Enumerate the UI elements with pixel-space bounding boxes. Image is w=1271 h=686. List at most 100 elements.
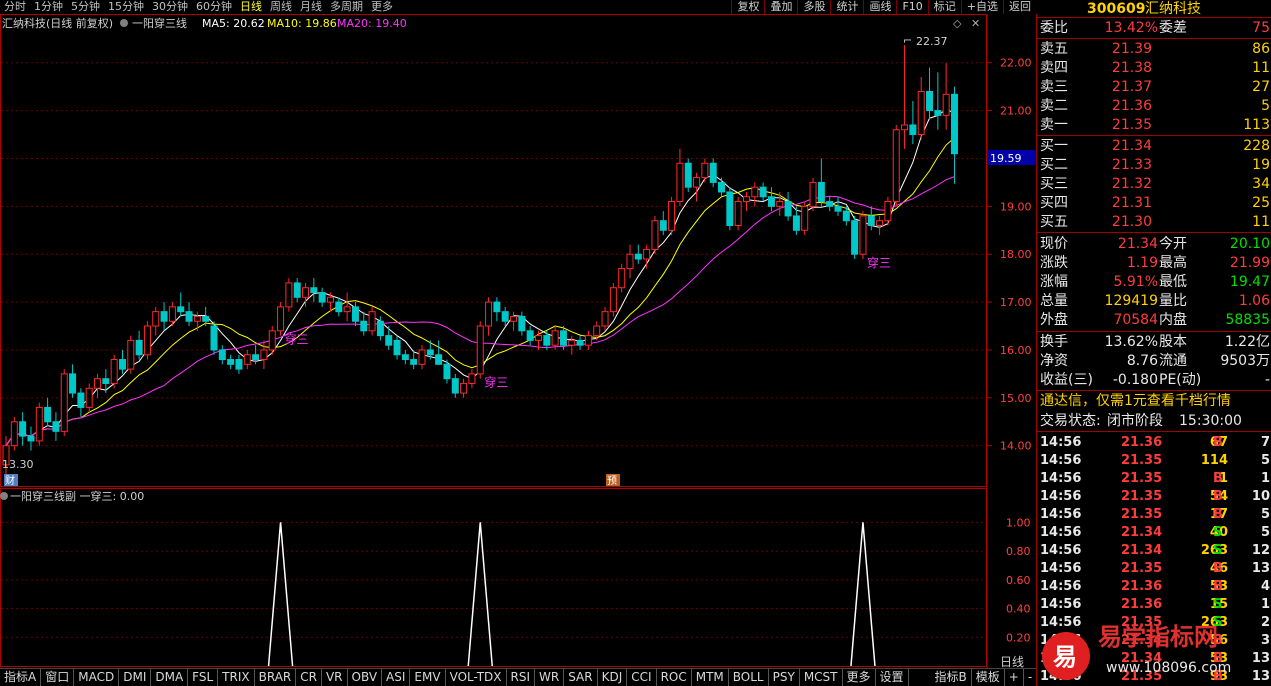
- y-tick-label: 18.00: [1000, 248, 1032, 261]
- tool-button[interactable]: 叠加: [764, 0, 798, 14]
- candle: [443, 359, 451, 384]
- indicator-tab[interactable]: SAR: [564, 669, 598, 686]
- tool-button[interactable]: 复权: [731, 0, 765, 14]
- candle: [435, 340, 443, 365]
- stat-label: 量比: [1159, 293, 1187, 309]
- candle: [734, 196, 742, 231]
- candle: [718, 177, 726, 197]
- indicator-tab[interactable]: TRIX: [218, 669, 255, 686]
- period-tab[interactable]: 60分钟: [192, 0, 236, 14]
- stat-label: 流通: [1159, 353, 1187, 369]
- stat-label: 最低: [1159, 274, 1187, 290]
- indicator-tab[interactable]: VOL-TDX: [446, 669, 507, 686]
- indicator-tab[interactable]: VR: [322, 669, 348, 686]
- period-tab[interactable]: 分时: [0, 0, 30, 14]
- candle: [393, 335, 401, 360]
- candle: [809, 177, 817, 212]
- indicator-tab[interactable]: MTM: [692, 669, 729, 686]
- indicator-tab[interactable]: WR: [535, 669, 565, 686]
- tick-row: 14:56 21.35 114 5: [1037, 452, 1271, 470]
- diamond-icon[interactable]: ◇: [953, 17, 962, 30]
- tick-side: B: [1213, 579, 1223, 594]
- candle: [243, 349, 251, 370]
- ask-row: 卖四 21.38 11: [1037, 59, 1271, 78]
- indicator-tab[interactable]: 指标B: [931, 669, 972, 686]
- indicator-tab[interactable]: RSI: [507, 669, 536, 686]
- tool-button[interactable]: 统计: [830, 0, 864, 14]
- indicator-name[interactable]: 一阳穿三线: [132, 16, 187, 30]
- period-tab[interactable]: 日线: [236, 0, 266, 14]
- tool-button[interactable]: F10: [896, 0, 928, 14]
- indicator-tab[interactable]: DMI: [119, 669, 152, 686]
- candle: [909, 101, 917, 145]
- indicator-tab[interactable]: PSY: [769, 669, 800, 686]
- promo-link[interactable]: 通达信，仅需1元查看千档行情: [1040, 392, 1231, 411]
- period-tab[interactable]: 更多: [367, 0, 397, 14]
- low-label: 13.30: [2, 458, 34, 471]
- period-tab[interactable]: 15分钟: [104, 0, 148, 14]
- tool-button[interactable]: 画线: [863, 0, 897, 14]
- stat-value: 19.47: [1229, 274, 1270, 290]
- period-tab[interactable]: 月线: [296, 0, 326, 14]
- indicator-tab[interactable]: ASI: [382, 669, 411, 686]
- y-tick-label: 22.00: [1000, 57, 1032, 70]
- close-icon[interactable]: ✕: [971, 17, 980, 30]
- indicator-tab[interactable]: OBV: [348, 669, 383, 686]
- indicator-tab[interactable]: 模板: [972, 669, 1005, 686]
- plus-button[interactable]: +: [1005, 669, 1024, 686]
- indicator-tab[interactable]: DMA: [151, 669, 189, 686]
- separator: [1037, 431, 1271, 432]
- indicator-dot-icon[interactable]: [120, 19, 128, 27]
- bid-price: 21.30: [1111, 214, 1152, 230]
- indicator-tab[interactable]: 指标A: [0, 669, 42, 686]
- period-tabs: 分时 1分钟 5分钟 15分钟 30分钟 60分钟 日线 周线 月线 多周期 更多: [0, 0, 397, 14]
- candle: [351, 302, 359, 327]
- indicator-tab[interactable]: CCI: [627, 669, 657, 686]
- bid-row: 买二 21.33 19: [1037, 156, 1271, 175]
- period-tab[interactable]: 1分钟: [30, 0, 67, 14]
- separator: [1037, 38, 1271, 39]
- indicator-tab[interactable]: BOLL: [729, 669, 769, 686]
- candle: [310, 278, 318, 303]
- indicator-tab[interactable]: MCST: [800, 669, 843, 686]
- candle: [285, 278, 293, 312]
- period-label[interactable]: 日线: [1000, 655, 1024, 669]
- tick-price: 21.36: [1121, 579, 1163, 594]
- tool-button[interactable]: 多股: [797, 0, 831, 14]
- period-tab[interactable]: 30分钟: [148, 0, 192, 14]
- bid-label: 买二: [1040, 157, 1068, 173]
- sub-y-tick-label: 0.40: [1006, 603, 1031, 616]
- candle: [934, 72, 942, 130]
- candle: [518, 311, 526, 336]
- stat-value: -: [1264, 372, 1270, 388]
- candle: [917, 77, 925, 140]
- indicator-tab[interactable]: MACD: [74, 669, 120, 686]
- tool-button[interactable]: 标记: [927, 0, 961, 14]
- period-tab[interactable]: 多周期: [326, 0, 367, 14]
- forecast-marker-label: 预: [607, 475, 617, 487]
- ma10-label: MA10: 19.86: [267, 17, 337, 30]
- period-tab[interactable]: 周线: [266, 0, 296, 14]
- candle: [493, 297, 501, 322]
- indicator-tab[interactable]: 窗口: [41, 669, 75, 686]
- bid-label: 买四: [1040, 195, 1068, 211]
- ask-volume: 5: [1261, 98, 1270, 114]
- indicator-tab[interactable]: FSL: [188, 669, 219, 686]
- sub-indicator-dot-icon[interactable]: [0, 492, 8, 500]
- indicator-tab[interactable]: 设置: [876, 669, 909, 686]
- indicator-tab[interactable]: BRAR: [255, 669, 297, 686]
- period-tab[interactable]: 5分钟: [67, 0, 104, 14]
- candle: [926, 67, 934, 121]
- indicator-tab[interactable]: ROC: [657, 669, 692, 686]
- tick-count: 5: [1260, 507, 1270, 522]
- indicator-tab[interactable]: 更多: [843, 669, 876, 686]
- candle: [576, 335, 584, 350]
- tick-time: 14:56: [1040, 543, 1082, 558]
- indicator-tab[interactable]: KDJ: [598, 669, 628, 686]
- tool-button[interactable]: 返回: [1003, 0, 1036, 14]
- tick-time: 14:56: [1040, 435, 1082, 450]
- indicator-tab[interactable]: CR: [296, 669, 322, 686]
- tool-button[interactable]: +自选: [960, 0, 1003, 14]
- sub-y-tick-label: 0.80: [1006, 545, 1031, 558]
- indicator-tab[interactable]: EMV: [410, 669, 446, 686]
